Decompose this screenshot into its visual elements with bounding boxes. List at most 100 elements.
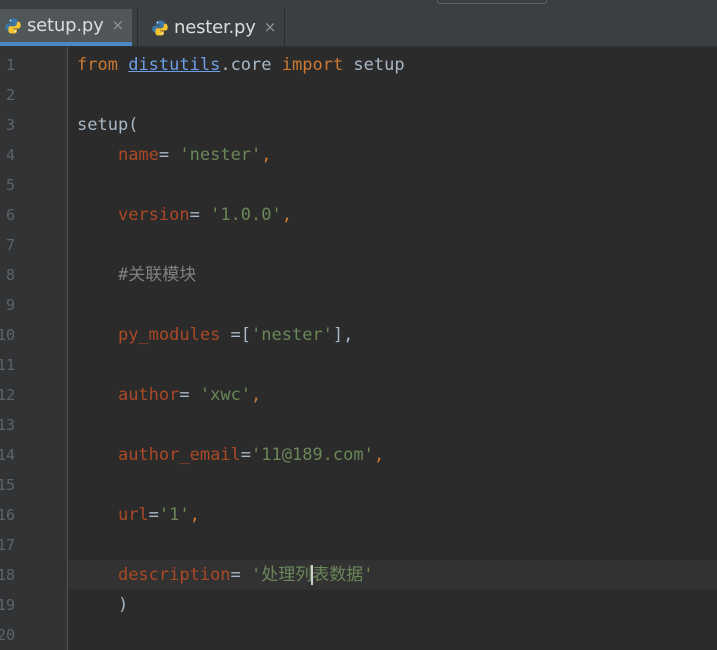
code-line-19[interactable]: ) [69,590,717,620]
string-value: 'nester' [179,145,262,165]
operator: = [230,565,252,585]
code-line-3[interactable]: setup( [69,110,717,140]
keyword-import: import [281,55,344,75]
line-number: 6 [5,206,15,224]
comment: #关联模块 [117,265,197,285]
code-editor[interactable]: 1 2 3 4 5 6 7 8 9 10 11 12 13 14 15 16 1… [0,47,717,650]
operator: = [179,385,200,405]
comma: , [373,445,385,465]
operator: = [189,205,211,225]
module-path: .core [220,55,272,75]
keyword-from: from [77,55,118,75]
line-number: 7 [5,236,15,254]
operator: = [240,445,252,465]
line-number: 14 [0,446,15,464]
tab-label: nester.py [174,17,256,38]
comma: , [281,205,292,225]
param-name: author_email [117,445,241,465]
code-line-18-current[interactable]: description= '处理列表数据' [69,560,717,590]
line-number: 13 [0,416,15,434]
comma: , [189,505,200,525]
comma: , [261,145,272,165]
operator: =[ [220,325,252,345]
code-line-11[interactable] [69,350,717,380]
param-name: author [117,385,180,405]
code-line-1[interactable]: from distutils.core import setup [69,50,717,80]
python-file-icon [151,19,169,37]
list-close: ], [332,325,354,345]
code-line-16[interactable]: url='1', [69,500,717,530]
line-number: 1 [5,56,15,74]
string-value: '1' [158,505,190,525]
line-number: 16 [0,506,15,524]
line-numbers: 1 2 3 4 5 6 7 8 9 10 11 12 13 14 15 16 1… [0,50,16,650]
code-line-10[interactable]: py_modules =['nester'], [69,320,717,350]
code-line-14[interactable]: author_email='11@189.com', [69,440,717,470]
param-name: description [117,565,231,585]
line-number: 15 [0,476,15,494]
line-number: 4 [5,146,15,164]
string-value: '1.0.0' [210,205,282,225]
code-line-15[interactable] [69,470,717,500]
tab-nester-py[interactable]: nester.py × [137,9,285,46]
line-number: 12 [0,386,15,404]
toolbar-control-edge [437,0,547,4]
string-value: 'xwc' [199,385,252,405]
code-area[interactable]: from distutils.core import setup setup( … [69,50,717,650]
line-number: 8 [5,266,15,284]
tab-label: setup.py [27,15,104,36]
param-name: name [117,145,159,165]
string-value: 'nester' [251,325,333,345]
code-line-8[interactable]: #关联模块 [69,260,717,290]
param-name: url [117,505,149,525]
line-number: 20 [0,626,15,644]
code-line-13[interactable] [69,410,717,440]
line-number: 3 [5,116,15,134]
line-number: 18 [0,566,15,584]
code-line-20[interactable] [69,620,717,650]
code-line-2[interactable] [69,80,717,110]
closing-paren: ) [117,595,129,615]
line-number: 9 [5,296,15,314]
line-number-gutter: 1 2 3 4 5 6 7 8 9 10 11 12 13 14 15 16 1… [0,47,68,650]
top-toolbar-strip [0,0,717,9]
code-line-17[interactable] [69,530,717,560]
param-name: version [117,205,190,225]
line-number: 17 [0,536,15,554]
import-name: setup [343,55,405,75]
string-value: '11@189.com' [251,445,374,465]
comma: , [251,385,262,405]
operator: = [148,505,159,525]
param-name: py_modules [117,325,221,345]
tab-setup-py[interactable]: setup.py × [0,9,132,46]
editor-tab-bar: setup.py × nester.py × [0,9,717,47]
operator: = [158,145,180,165]
line-number: 2 [5,86,15,104]
module-link-distutils[interactable]: distutils [128,55,220,75]
string-value-start: '处理列 [251,565,313,585]
code-line-4[interactable]: name= 'nester', [69,140,717,170]
line-number: 11 [0,356,15,374]
code-line-6[interactable]: version= '1.0.0', [69,200,717,230]
python-file-icon [4,17,22,35]
close-icon[interactable]: × [112,18,125,33]
close-icon[interactable]: × [264,20,277,35]
setup-call: setup( [77,115,139,135]
line-number: 10 [0,326,15,344]
code-line-7[interactable] [69,230,717,260]
code-line-12[interactable]: author= 'xwc', [69,380,717,410]
line-number: 19 [0,596,15,614]
code-line-5[interactable] [69,170,717,200]
code-line-9[interactable] [69,290,717,320]
